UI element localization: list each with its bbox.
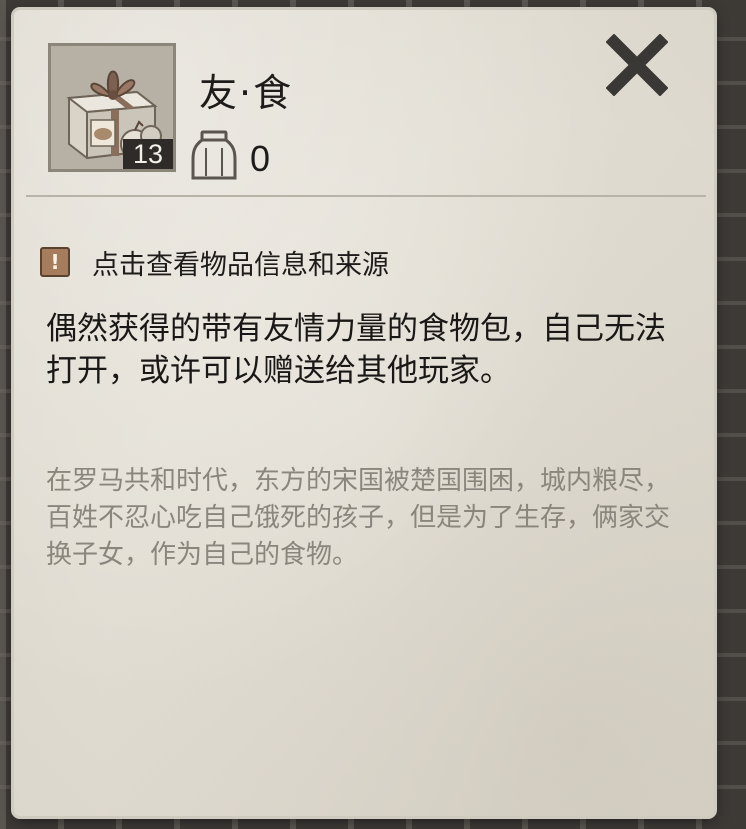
header-divider	[26, 195, 706, 197]
storage-count: 0	[250, 138, 271, 179]
item-title: 友·食	[199, 71, 294, 115]
item-source-link[interactable]: ! 点击查看物品信息和来源	[40, 244, 389, 281]
exclamation-icon: !	[40, 247, 70, 277]
item-source-label: 点击查看物品信息和来源	[92, 249, 389, 281]
item-slot[interactable]: 13	[48, 43, 176, 172]
item-description: 偶然获得的带有友情力量的食物包，自己无法打开，或许可以赠送给其他玩家。	[46, 311, 666, 389]
close-icon[interactable]	[606, 34, 668, 96]
jar-icon	[191, 130, 237, 180]
item-count-badge: 13	[123, 139, 173, 169]
item-lore: 在罗马共和时代，东方的宋国被楚国围困，城内粮尽，百姓不忍心吃自己饿死的孩子，但是…	[46, 466, 671, 570]
